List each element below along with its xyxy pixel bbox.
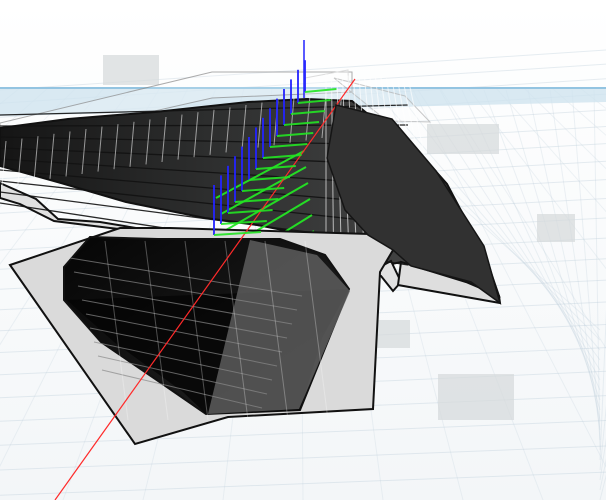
3d-viewport[interactable]: Bridge model 3D view xyxy=(0,0,606,500)
ghost-panel-top-left xyxy=(103,55,159,85)
bridge-model-scene[interactable] xyxy=(0,0,606,500)
ghost-panel-right-upper xyxy=(427,124,499,154)
ghost-panel-bottom-right xyxy=(438,374,514,420)
ghost-panel-right-middle xyxy=(537,214,575,242)
